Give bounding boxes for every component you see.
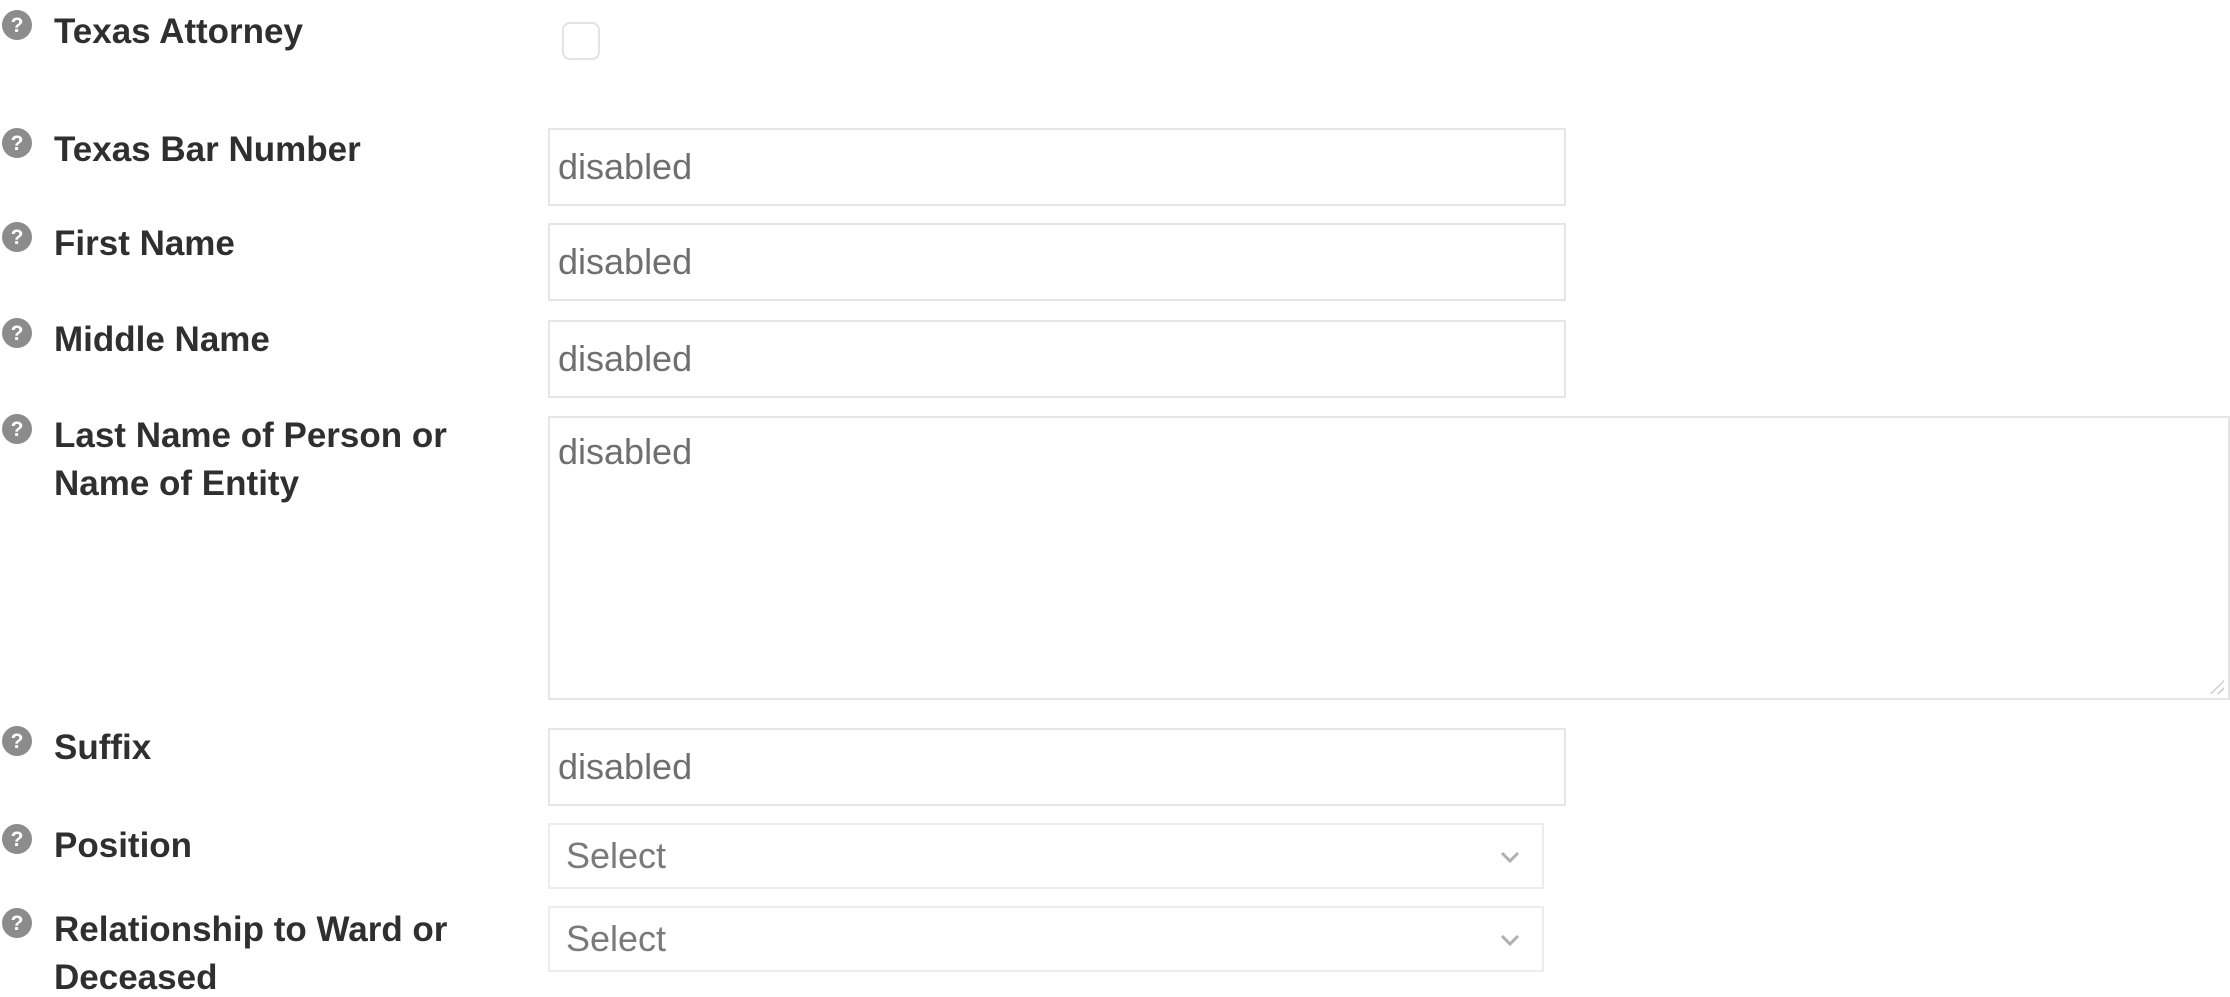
position-label-row: ? Position bbox=[0, 822, 524, 870]
position-label: Position bbox=[54, 826, 193, 865]
question-circle-icon[interactable]: ? bbox=[0, 906, 34, 940]
svg-text:?: ? bbox=[11, 14, 24, 37]
middle-name-label: Middle Name bbox=[54, 320, 270, 359]
last-name-textarea[interactable]: disabled bbox=[548, 416, 2230, 700]
question-circle-icon[interactable]: ? bbox=[0, 822, 34, 856]
relationship-label-row: ? Relationship to Ward or Deceased bbox=[0, 906, 524, 997]
svg-text:?: ? bbox=[11, 226, 24, 249]
relationship-label-line2: Deceased bbox=[54, 958, 218, 997]
suffix-label: Suffix bbox=[54, 728, 152, 767]
question-circle-icon[interactable]: ? bbox=[0, 8, 34, 42]
last-name-label-line2: Name of Entity bbox=[54, 464, 300, 503]
texas-bar-number-label-row: ? Texas Bar Number bbox=[0, 126, 524, 174]
texas-attorney-label-row: ? Texas Attorney bbox=[0, 8, 524, 56]
texas-attorney-label: Texas Attorney bbox=[54, 12, 303, 51]
last-name-value: disabled bbox=[558, 431, 693, 472]
svg-text:?: ? bbox=[11, 912, 24, 935]
last-name-label: Last Name of Person or Name of Entity bbox=[54, 412, 524, 508]
relationship-label: Relationship to Ward or Deceased bbox=[54, 906, 524, 997]
question-circle-icon[interactable]: ? bbox=[0, 316, 34, 350]
first-name-label: First Name bbox=[54, 224, 235, 263]
position-select-value: Select bbox=[566, 835, 667, 876]
last-name-label-line1: Last Name of Person or bbox=[54, 416, 447, 455]
first-name-input[interactable]: disabled bbox=[548, 223, 1566, 301]
texas-attorney-checkbox[interactable] bbox=[562, 22, 600, 60]
last-name-label-row: ? Last Name of Person or Name of Entity bbox=[0, 412, 524, 508]
first-name-label-row: ? First Name bbox=[0, 220, 524, 268]
attorney-form: ? Texas Attorney ? Texas Bar Number disa… bbox=[0, 0, 2230, 997]
svg-text:?: ? bbox=[11, 730, 24, 753]
resize-grip-icon[interactable] bbox=[2208, 678, 2224, 694]
svg-text:?: ? bbox=[11, 132, 24, 155]
question-circle-icon[interactable]: ? bbox=[0, 724, 34, 758]
texas-bar-number-input[interactable]: disabled bbox=[548, 128, 1566, 206]
chevron-down-icon bbox=[1500, 934, 1520, 947]
suffix-label-row: ? Suffix bbox=[0, 724, 524, 772]
relationship-select-value: Select bbox=[566, 918, 667, 959]
middle-name-label-row: ? Middle Name bbox=[0, 316, 524, 364]
svg-text:?: ? bbox=[11, 418, 24, 441]
question-circle-icon[interactable]: ? bbox=[0, 220, 34, 254]
question-circle-icon[interactable]: ? bbox=[0, 126, 34, 160]
suffix-input[interactable]: disabled bbox=[548, 728, 1566, 806]
svg-text:?: ? bbox=[11, 828, 24, 851]
question-circle-icon[interactable]: ? bbox=[0, 412, 34, 446]
chevron-down-icon bbox=[1500, 851, 1520, 864]
relationship-select[interactable]: Select bbox=[548, 906, 1544, 972]
texas-bar-number-label: Texas Bar Number bbox=[54, 130, 361, 169]
relationship-label-line1: Relationship to Ward or bbox=[54, 910, 448, 949]
middle-name-input[interactable]: disabled bbox=[548, 320, 1566, 398]
position-select[interactable]: Select bbox=[548, 823, 1544, 889]
svg-text:?: ? bbox=[11, 322, 24, 345]
